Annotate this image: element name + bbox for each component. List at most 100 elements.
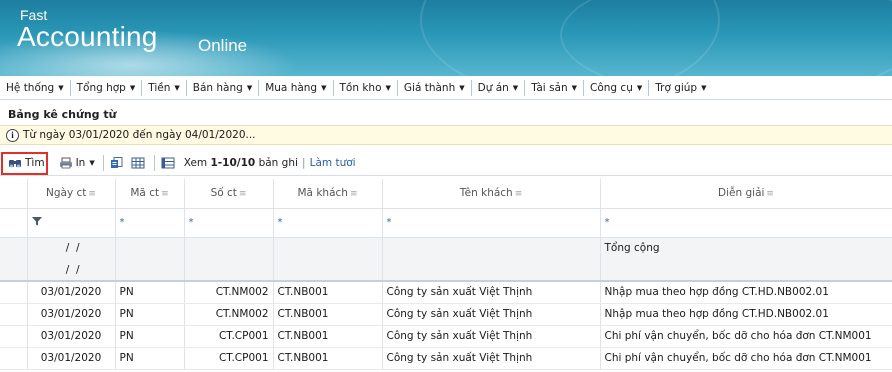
menu-label: Công cụ <box>590 81 633 94</box>
summary-cell <box>382 237 601 259</box>
main-menu: Hệ thống ▼ Tổng hợp ▼ Tiền ▼ Bán hàng ▼ Mua … <box>0 76 892 100</box>
summary-row: / / <box>0 259 892 282</box>
cell-date: 03/01/2020 <box>27 281 116 304</box>
menu-label: Dự án <box>477 81 509 94</box>
menu-ton-kho[interactable]: Tồn kho ▼ <box>334 79 398 96</box>
cell-number: CT.NM002 <box>184 281 274 304</box>
col-header-desc[interactable]: Diễn giải ≡ <box>600 179 892 209</box>
menu-label: Mua hàng <box>265 81 318 94</box>
filter-cell-cust-name[interactable]: * <box>382 208 601 238</box>
binoculars-icon <box>9 159 21 167</box>
sort-icon: ≡ <box>514 189 523 200</box>
summary-cell <box>184 259 274 282</box>
menu-label: Hệ thống <box>6 81 55 94</box>
caret-down-icon: ▼ <box>129 83 136 92</box>
menu-label: Tài sản <box>531 81 568 94</box>
grid-view-button[interactable] <box>129 153 150 173</box>
summary-cell <box>115 259 185 282</box>
table-row[interactable]: 03/01/2020 PN CT.NM002 CT.NB001 Công ty … <box>0 281 892 304</box>
cell-cust-name: Công ty sản xuất Việt Thịnh <box>382 347 601 370</box>
record-count: Xem 1-10/10 bản ghi <box>180 153 302 173</box>
toolbar-divider <box>102 154 104 171</box>
brand-online: Online <box>198 36 248 55</box>
cell-code: PN <box>115 281 185 304</box>
summary-date: / / <box>27 237 116 259</box>
refresh-link[interactable]: Làm tươi <box>306 153 360 173</box>
caret-down-icon: ▼ <box>89 158 95 167</box>
filter-cell-cust-code[interactable]: * <box>273 208 383 238</box>
caret-down-icon: ▼ <box>459 83 465 92</box>
menu-he-thong[interactable]: Hệ thống ▼ <box>0 79 71 96</box>
caret-down-icon: ▼ <box>636 83 643 92</box>
date-range-text[interactable]: Từ ngày 03/01/2020 đến ngày 04/01/2020..… <box>23 129 256 141</box>
columns-icon <box>161 157 175 168</box>
print-button[interactable]: In ▼ <box>55 153 99 173</box>
menu-tien[interactable]: Tiền ▼ <box>142 79 187 96</box>
export-button[interactable] <box>108 153 129 173</box>
filter-cell-number[interactable]: * <box>184 208 274 238</box>
menu-cong-cu[interactable]: Công cụ ▼ <box>584 79 650 96</box>
records-grid: Ngày ct ≡ Mã ct ≡ Số ct ≡ Mã khách ≡ Tên khá… <box>0 179 892 370</box>
header-row: Ngày ct ≡ Mã ct ≡ Số ct ≡ Mã khách ≡ Tên khá… <box>0 179 892 209</box>
col-header-code[interactable]: Mã ct ≡ <box>115 179 185 209</box>
cell-number: CT.NM002 <box>184 303 274 326</box>
caret-down-icon: ▼ <box>321 83 327 92</box>
col-header-cust-name[interactable]: Tên khách ≡ <box>382 179 601 209</box>
summary-cell <box>382 259 601 282</box>
filter-icon <box>31 217 42 226</box>
caret-down-icon: ▼ <box>571 83 578 92</box>
sort-icon: ≡ <box>161 189 169 200</box>
col-label: Mã ct <box>130 187 160 200</box>
cell-cust-code: CT.NB001 <box>273 281 383 304</box>
table-row[interactable]: 03/01/2020 PN CT.CP001 CT.NB001 Công ty … <box>0 347 892 370</box>
caret-down-icon: ▼ <box>512 83 519 92</box>
col-label: Mã khách <box>297 187 348 200</box>
menu-label: Tồn kho <box>339 81 382 94</box>
menu-ban-hang[interactable]: Bán hàng ▼ <box>187 79 260 96</box>
col-label: Ngày ct <box>46 187 87 200</box>
col-label: Tên khách <box>459 187 513 200</box>
menu-gia-thanh[interactable]: Giá thành ▼ <box>398 79 472 96</box>
row-selector <box>0 281 28 304</box>
menu-du-an[interactable]: Dự án ▼ <box>472 79 526 96</box>
caret-down-icon: ▼ <box>246 83 253 92</box>
view-prefix: Xem <box>183 156 208 169</box>
summary-cell <box>184 237 274 259</box>
filter-cell <box>0 208 28 238</box>
filter-cell-date[interactable] <box>27 208 116 238</box>
cell-desc: Chi phí vận chuyển, bốc dỡ cho hóa đơn C… <box>600 347 892 370</box>
menu-tro-giup[interactable]: Trợ giúp ▼ <box>649 80 712 96</box>
menu-label: Tiền <box>148 81 171 94</box>
cell-date: 03/01/2020 <box>27 347 116 370</box>
row-selector <box>0 259 28 282</box>
cell-cust-name: Công ty sản xuất Việt Thịnh <box>382 325 601 348</box>
filter-cell-desc[interactable]: * <box>600 208 892 238</box>
table-row[interactable]: 03/01/2020 PN CT.NM002 CT.NB001 Công ty … <box>0 303 892 326</box>
sort-icon: ≡ <box>238 189 247 200</box>
cell-cust-code: CT.NB001 <box>273 303 383 326</box>
print-label: In <box>75 156 86 169</box>
summary-cell <box>600 259 892 282</box>
summary-row: / / Tổng cộng <box>0 237 892 259</box>
summary-cell <box>273 237 383 259</box>
sort-icon: ≡ <box>766 189 774 200</box>
summary-date: / / <box>27 259 116 282</box>
cell-code: PN <box>115 303 185 326</box>
col-header-cust-code[interactable]: Mã khách ≡ <box>273 179 383 209</box>
filter-cell-code[interactable]: * <box>115 208 185 238</box>
cell-date: 03/01/2020 <box>27 303 116 326</box>
columns-button[interactable] <box>159 153 180 173</box>
cell-desc: Nhập mua theo hợp đồng CT.HD.NB002.01 <box>600 281 892 304</box>
cell-code: PN <box>115 325 185 348</box>
menu-mua-hang[interactable]: Mua hàng ▼ <box>259 79 334 96</box>
col-header-number[interactable]: Số ct ≡ <box>184 179 274 209</box>
menu-tong-hop[interactable]: Tổng hợp ▼ <box>71 79 143 96</box>
summary-cell <box>273 259 383 282</box>
row-selector <box>0 325 28 348</box>
row-selector <box>0 237 28 259</box>
col-header-date[interactable]: Ngày ct ≡ <box>27 179 116 209</box>
table-row[interactable]: 03/01/2020 PN CT.CP001 CT.NB001 Công ty … <box>0 325 892 348</box>
summary-total-label: Tổng cộng <box>600 237 892 259</box>
menu-tai-san[interactable]: Tài sản ▼ <box>525 79 585 96</box>
menu-label: Tổng hợp <box>76 81 126 94</box>
